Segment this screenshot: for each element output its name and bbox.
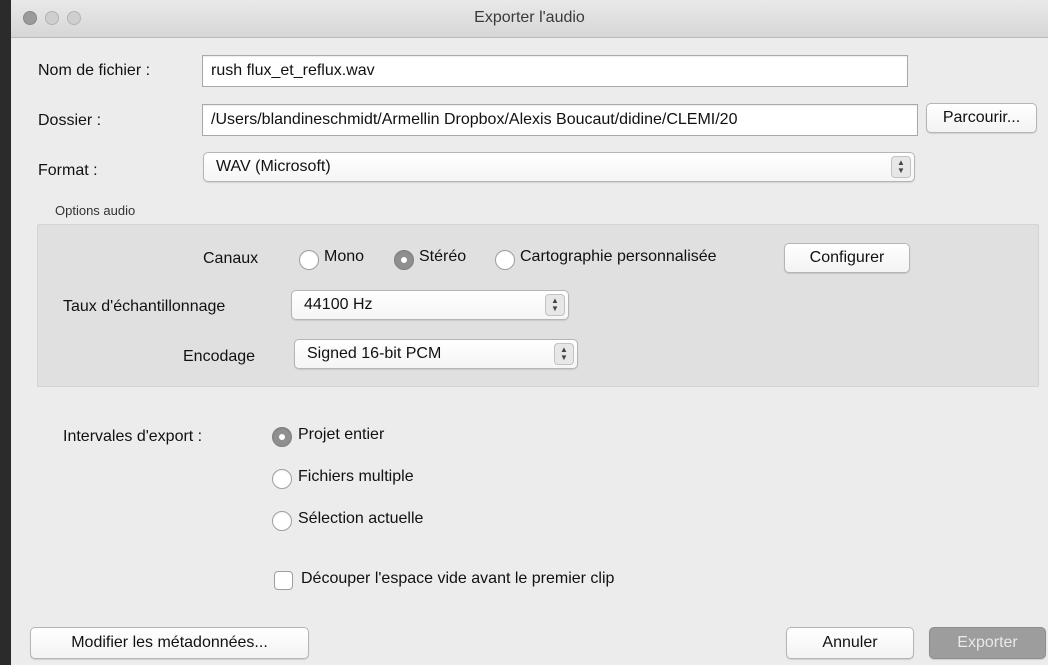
format-label: Format :: [38, 162, 98, 179]
format-select-value: WAV (Microsoft): [216, 158, 331, 175]
export-audio-dialog: Exporter l'audio Nom de fichier : rush f…: [11, 0, 1048, 665]
title-bar: Exporter l'audio: [11, 0, 1048, 38]
range-multiple-files-label[interactable]: Fichiers multiple: [298, 468, 414, 486]
edit-metadata-button[interactable]: Modifier les métadonnées...: [30, 627, 309, 659]
range-entire-project-radio[interactable]: [272, 427, 292, 447]
browse-button[interactable]: Parcourir...: [926, 103, 1037, 133]
channel-stereo-radio[interactable]: [394, 250, 414, 270]
encoding-label: Encodage: [183, 348, 256, 365]
sample-rate-value: 44100 Hz: [304, 296, 373, 313]
cancel-button[interactable]: Annuler: [786, 627, 914, 659]
audio-options-panel: Canaux Mono Stéréo Cartographie personna…: [37, 224, 1039, 387]
channel-mono-label[interactable]: Mono: [324, 248, 364, 266]
channel-custom-radio[interactable]: [495, 250, 515, 270]
channel-mono-radio[interactable]: [299, 250, 319, 270]
sample-rate-label: Taux d'échantillonnage: [63, 298, 226, 315]
select-stepper-icon: ▲ ▼: [545, 294, 565, 316]
range-multiple-files-radio[interactable]: [272, 469, 292, 489]
file-name-input[interactable]: rush flux_et_reflux.wav: [202, 55, 908, 87]
range-current-selection-radio[interactable]: [272, 511, 292, 531]
trim-leading-silence-checkbox[interactable]: [274, 571, 293, 590]
folder-label: Dossier :: [38, 112, 102, 129]
window-title: Exporter l'audio: [474, 9, 585, 26]
select-stepper-icon: ▲ ▼: [554, 343, 574, 365]
channel-stereo-label[interactable]: Stéréo: [419, 248, 466, 266]
audio-options-section-label: Options audio: [55, 203, 136, 218]
encoding-value: Signed 16-bit PCM: [307, 345, 442, 362]
format-select[interactable]: WAV (Microsoft) ▲ ▼: [203, 152, 915, 182]
file-name-label: Nom de fichier :: [38, 62, 151, 79]
folder-input[interactable]: /Users/blandineschmidt/Armellin Dropbox/…: [202, 104, 918, 136]
select-stepper-icon: ▲ ▼: [891, 156, 911, 178]
export-range-label: Intervales d'export :: [63, 428, 203, 445]
encoding-select[interactable]: Signed 16-bit PCM ▲ ▼: [294, 339, 578, 369]
range-current-selection-label[interactable]: Sélection actuelle: [298, 510, 423, 528]
channel-custom-label[interactable]: Cartographie personnalisée: [520, 248, 717, 266]
sample-rate-select[interactable]: 44100 Hz ▲ ▼: [291, 290, 569, 320]
trim-leading-silence-label[interactable]: Découper l'espace vide avant le premier …: [301, 570, 614, 588]
configure-button[interactable]: Configurer: [784, 243, 910, 273]
range-entire-project-label[interactable]: Projet entier: [298, 426, 384, 444]
export-button[interactable]: Exporter: [929, 627, 1046, 659]
channels-label: Canaux: [203, 250, 259, 267]
